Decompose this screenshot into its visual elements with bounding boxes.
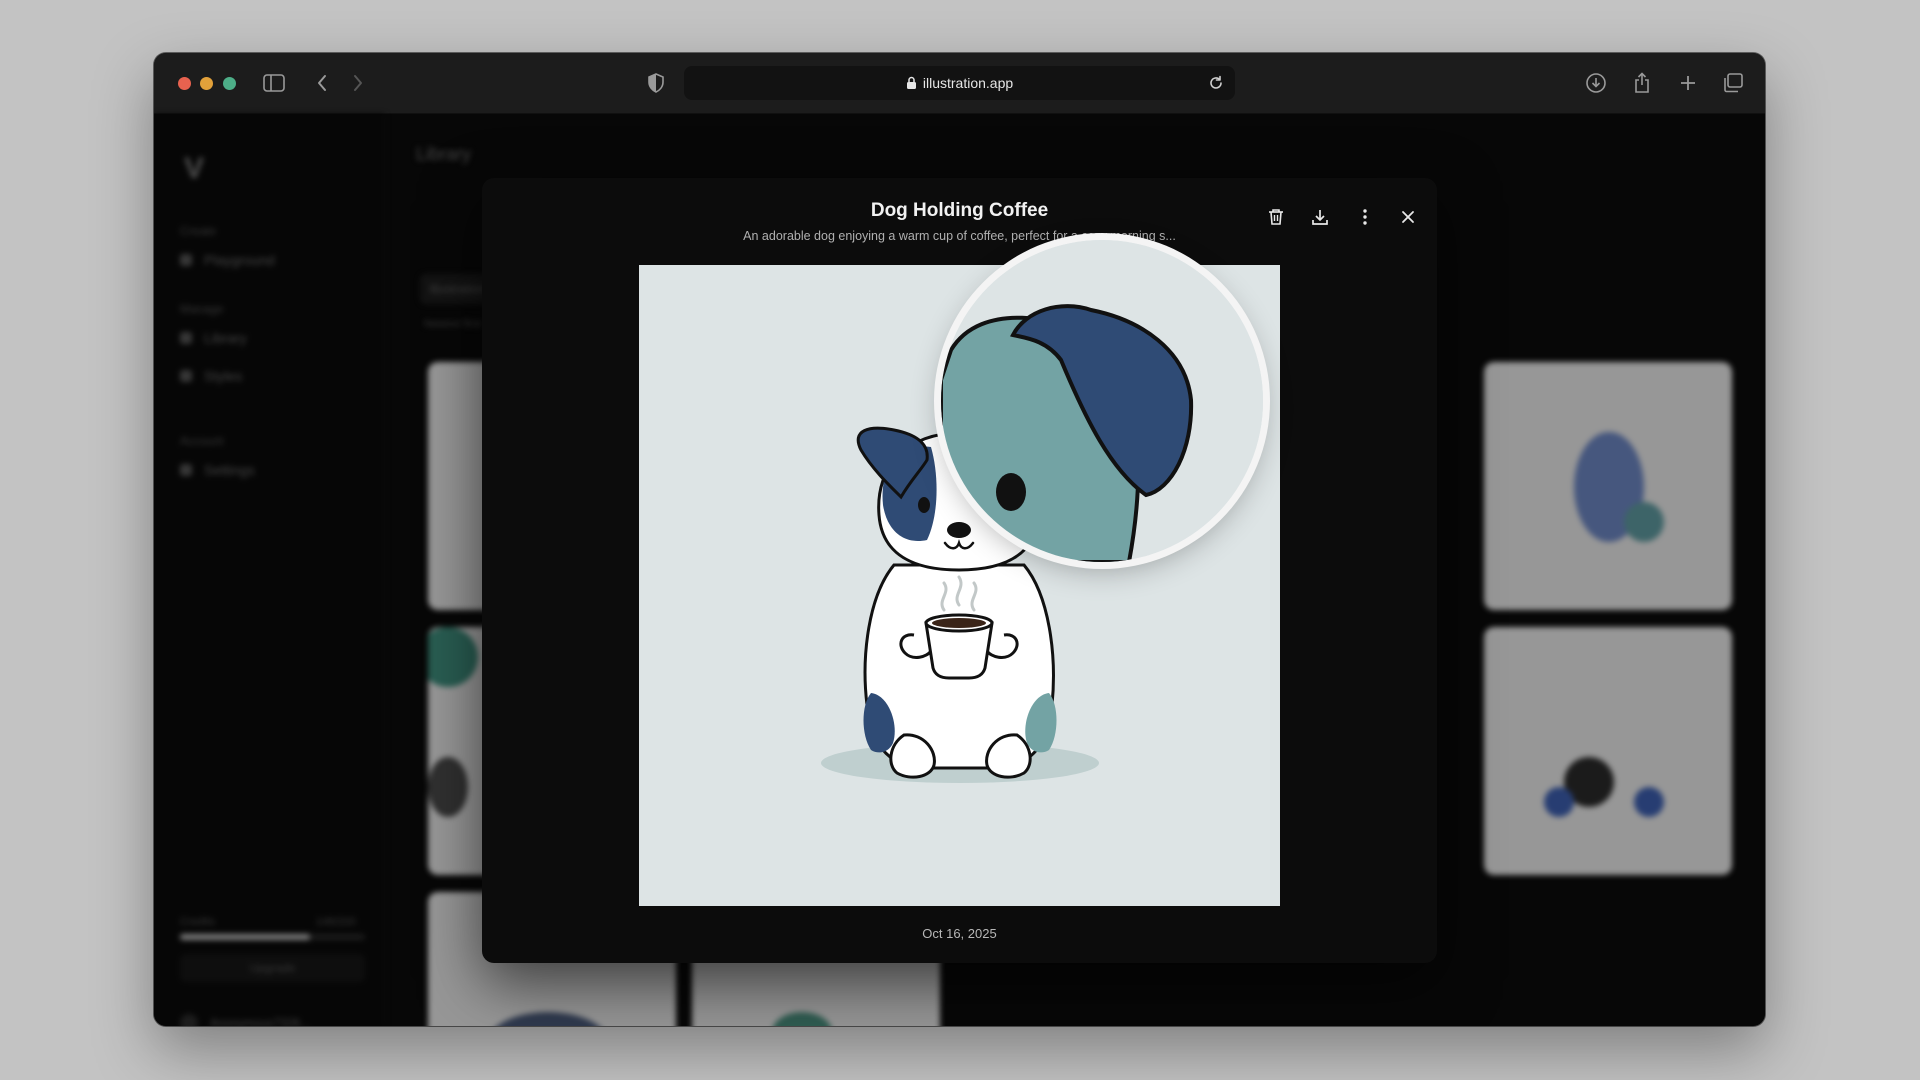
download-button[interactable] bbox=[1305, 202, 1335, 232]
zoom-magnifier bbox=[941, 240, 1263, 562]
close-icon bbox=[1402, 211, 1414, 223]
modal-description: An adorable dog enjoying a warm cup of c… bbox=[743, 229, 1176, 243]
modal-title: Dog Holding Coffee bbox=[870, 200, 1049, 221]
url-text: illustration.app bbox=[922, 75, 1014, 91]
address-bar[interactable]: illustration.app bbox=[684, 66, 1235, 100]
window-maximize-button[interactable] bbox=[223, 77, 236, 90]
magnified-dog-head bbox=[941, 240, 1263, 562]
trash-icon bbox=[1269, 209, 1283, 225]
downloads-icon[interactable] bbox=[1582, 69, 1610, 97]
forward-icon[interactable] bbox=[344, 69, 372, 97]
download-icon bbox=[1312, 210, 1328, 225]
tab-overview-icon[interactable] bbox=[1719, 69, 1747, 97]
reload-icon[interactable] bbox=[1203, 70, 1229, 96]
browser-window: illustration.app V Create Playground Man… bbox=[154, 53, 1765, 1026]
shield-icon[interactable] bbox=[642, 69, 670, 97]
lock-icon bbox=[906, 76, 917, 90]
created-date: Oct 16, 2025 bbox=[922, 926, 997, 941]
close-button[interactable] bbox=[1393, 202, 1423, 232]
share-icon[interactable] bbox=[1628, 69, 1656, 97]
window-minimize-button[interactable] bbox=[200, 77, 213, 90]
more-options-button[interactable] bbox=[1350, 202, 1380, 232]
more-vertical-icon bbox=[1363, 209, 1367, 225]
new-tab-icon[interactable] bbox=[1674, 69, 1702, 97]
window-close-button[interactable] bbox=[178, 77, 191, 90]
back-icon[interactable] bbox=[308, 69, 336, 97]
browser-toolbar: illustration.app bbox=[154, 53, 1765, 114]
delete-button[interactable] bbox=[1261, 202, 1291, 232]
image-detail-modal: Dog Holding Coffee An adorable dog enjoy… bbox=[482, 178, 1437, 963]
sidebar-toggle-icon[interactable] bbox=[260, 69, 288, 97]
